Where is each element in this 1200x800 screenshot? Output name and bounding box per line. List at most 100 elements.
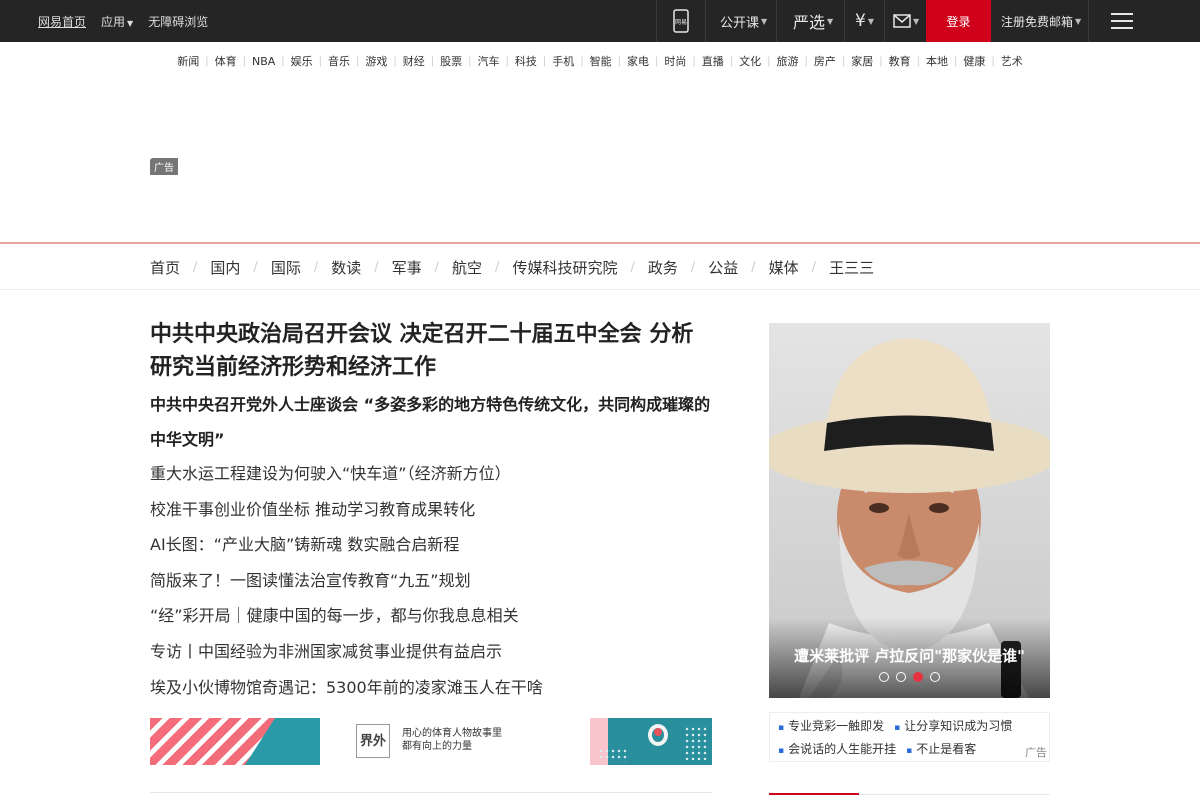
promo-slogan-line1: 用心的体育人物故事里	[402, 728, 502, 739]
section-separator: /	[811, 259, 817, 275]
channel-link[interactable]: 本地	[920, 53, 954, 69]
apps-menu[interactable]: 应用 ▼	[101, 13, 133, 30]
ad-tag: 广告	[1025, 746, 1047, 759]
section-separator: /	[751, 259, 756, 275]
news-item[interactable]: “经”彩开局｜健康中国的每一步，都与你我息息相关	[150, 598, 715, 634]
text-ad-link[interactable]: 让分享知识成为习惯	[894, 717, 1012, 734]
channel-nav: 新闻 | 体育 | NBA | 娱乐 | 音乐 | 游戏 | 财经 | 股票 | 汽车 | 科技 | 手机 | 智能 | 家电 |…	[0, 52, 1200, 70]
top-bar: 网易首页 应用 ▼ 无障碍浏览 网易 公开课 ▼ 严选 ▼ ¥ ▼ ▼ 登录 注册免费邮	[0, 0, 1200, 42]
top-bar-right: 网易 公开课 ▼ 严选 ▼ ¥ ▼ ▼ 登录 注册免费邮箱 ▼	[656, 0, 1155, 42]
hamburger-menu-button[interactable]	[1089, 0, 1155, 42]
netease-home-link[interactable]: 网易首页	[38, 13, 86, 30]
slider-dot[interactable]	[913, 672, 923, 682]
section-tab[interactable]: 政务	[648, 257, 678, 278]
text-ad-link[interactable]: 不止是看客	[906, 740, 976, 757]
section-separator: /	[374, 259, 379, 275]
open-course-menu[interactable]: 公开课 ▼	[705, 0, 776, 42]
channel-link[interactable]: 旅游	[771, 53, 805, 69]
slider-dot[interactable]	[930, 672, 940, 682]
chevron-down-icon: ▼	[913, 16, 920, 26]
section-separator: /	[495, 259, 500, 275]
section-tab[interactable]: 国内	[210, 257, 240, 278]
chevron-down-icon: ▼	[761, 16, 768, 26]
channel-link[interactable]: 股票	[434, 53, 468, 69]
channel-link[interactable]: 手机	[546, 53, 580, 69]
phone-icon-label: 网易	[675, 19, 687, 26]
section-tab[interactable]: 军事	[392, 257, 422, 278]
section-tab[interactable]: 媒体	[769, 257, 799, 278]
channel-link[interactable]: 健康	[957, 53, 991, 69]
promo-banner[interactable]: 界外 用心的体育人物故事里 都有向上的力量	[150, 718, 712, 765]
open-course-label: 公开课	[720, 15, 760, 31]
channel-link[interactable]: 房产	[808, 53, 842, 69]
channel-link[interactable]: 财经	[397, 53, 431, 69]
section-tab[interactable]: 传媒科技研究院	[512, 257, 617, 278]
channel-link[interactable]: 科技	[509, 53, 543, 69]
channel-link[interactable]: 游戏	[359, 53, 393, 69]
register-email-menu[interactable]: 注册免费邮箱 ▼	[991, 0, 1089, 42]
slider-dot[interactable]	[879, 672, 889, 682]
channel-link[interactable]: 文化	[733, 53, 767, 69]
mail-menu[interactable]: ▼	[884, 0, 926, 42]
news-item[interactable]: 埃及小伙博物馆奇遇记：5300年前的凌家滩玉人在干啥	[150, 670, 715, 706]
promo-graphic-left	[150, 718, 320, 765]
photo-slider[interactable]: 遭米莱批评 卢拉反问"那家伙是谁"	[769, 323, 1050, 698]
section-tab[interactable]: 公益	[708, 257, 738, 278]
mail-icon	[893, 14, 911, 28]
slider-caption[interactable]: 遭米莱批评 卢拉反问"那家伙是谁"	[769, 645, 1050, 666]
channel-link[interactable]: 艺术	[995, 53, 1029, 69]
right-column-divider	[769, 793, 1050, 795]
yanxuan-menu[interactable]: 严选 ▼	[776, 0, 844, 42]
channel-link[interactable]: NBA	[246, 55, 281, 68]
slider-dots	[769, 672, 1050, 682]
channel-link[interactable]: 家居	[845, 53, 879, 69]
news-item[interactable]: 重大水运工程建设为何驶入“快车道”（经济新方位）	[150, 456, 715, 492]
section-separator: /	[690, 259, 696, 275]
news-item[interactable]: 简版来了！一图读懂法治宣传教育“九五”规划	[150, 563, 715, 599]
channel-link[interactable]: 体育	[209, 53, 243, 69]
promo-slogan-line2: 都有向上的力量	[402, 741, 472, 752]
news-item[interactable]: 专访丨中国经验为非洲国家减贫事业提供有益启示	[150, 634, 715, 670]
section-separator: /	[193, 259, 198, 275]
section-tab[interactable]: 航空	[452, 257, 482, 278]
chevron-down-icon: ▼	[127, 18, 134, 28]
channel-link[interactable]: 智能	[584, 53, 618, 69]
channel-link[interactable]: 教育	[883, 53, 917, 69]
chevron-down-icon: ▼	[1075, 16, 1082, 26]
slider-dot[interactable]	[896, 672, 906, 682]
section-tab[interactable]: 国际	[271, 257, 301, 278]
section-separator: /	[313, 259, 319, 275]
news-item[interactable]: AI长图：“产业大脑”铸新魂 数实融合启新程	[150, 527, 715, 563]
phone-icon: 网易	[673, 9, 689, 33]
channel-link[interactable]: 娱乐	[285, 53, 319, 69]
section-tab[interactable]: 数读	[331, 257, 361, 278]
news-list: 重大水运工程建设为何驶入“快车道”（经济新方位） 校准干事创业价值坐标 推动学习…	[150, 456, 715, 705]
channel-link[interactable]: 汽车	[472, 53, 506, 69]
channel-link[interactable]: 音乐	[322, 53, 356, 69]
top-headline[interactable]: 中共中央政治局召开会议 决定召开二十届五中全会 分析研究当前经济形势和经济工作	[150, 318, 715, 384]
section-divider	[0, 289, 1200, 290]
channel-link[interactable]: 直播	[696, 53, 730, 69]
accessibility-link[interactable]: 无障碍浏览	[148, 13, 208, 30]
section-separator: /	[630, 259, 635, 275]
text-ad-link[interactable]: 会说话的人生能开挂	[778, 740, 896, 757]
news-item[interactable]: 校准干事创业价值坐标 推动学习教育成果转化	[150, 492, 715, 528]
yanxuan-label: 严选	[793, 13, 826, 32]
section-tab[interactable]: 王三三	[829, 257, 874, 278]
yuan-icon: ¥	[855, 11, 866, 31]
channel-link[interactable]: 新闻	[171, 53, 205, 69]
text-ad-link[interactable]: 专业竞彩一触即发	[778, 717, 884, 734]
section-tab[interactable]: 首页	[150, 257, 180, 278]
payment-menu[interactable]: ¥ ▼	[844, 0, 884, 42]
chevron-down-icon: ▼	[867, 16, 874, 26]
channel-link[interactable]: 时尚	[658, 53, 692, 69]
text-ad-row: 专业竞彩一触即发 让分享知识成为习惯	[778, 717, 1012, 734]
login-button[interactable]: 登录	[926, 0, 991, 42]
text-ad-box: 专业竞彩一触即发 让分享知识成为习惯 会说话的人生能开挂 不止是看客 广告	[769, 712, 1050, 762]
mobile-app-button[interactable]: 网易	[656, 0, 705, 42]
content-divider	[150, 792, 712, 793]
sub-headline[interactable]: 中共中央召开党外人士座谈会 “多姿多彩的地方特色传统文化，共同构成璀璨的中华文明…	[150, 387, 715, 457]
section-separator: /	[253, 259, 258, 275]
jiewai-logo: 界外	[356, 724, 390, 758]
channel-link[interactable]: 家电	[621, 53, 655, 69]
